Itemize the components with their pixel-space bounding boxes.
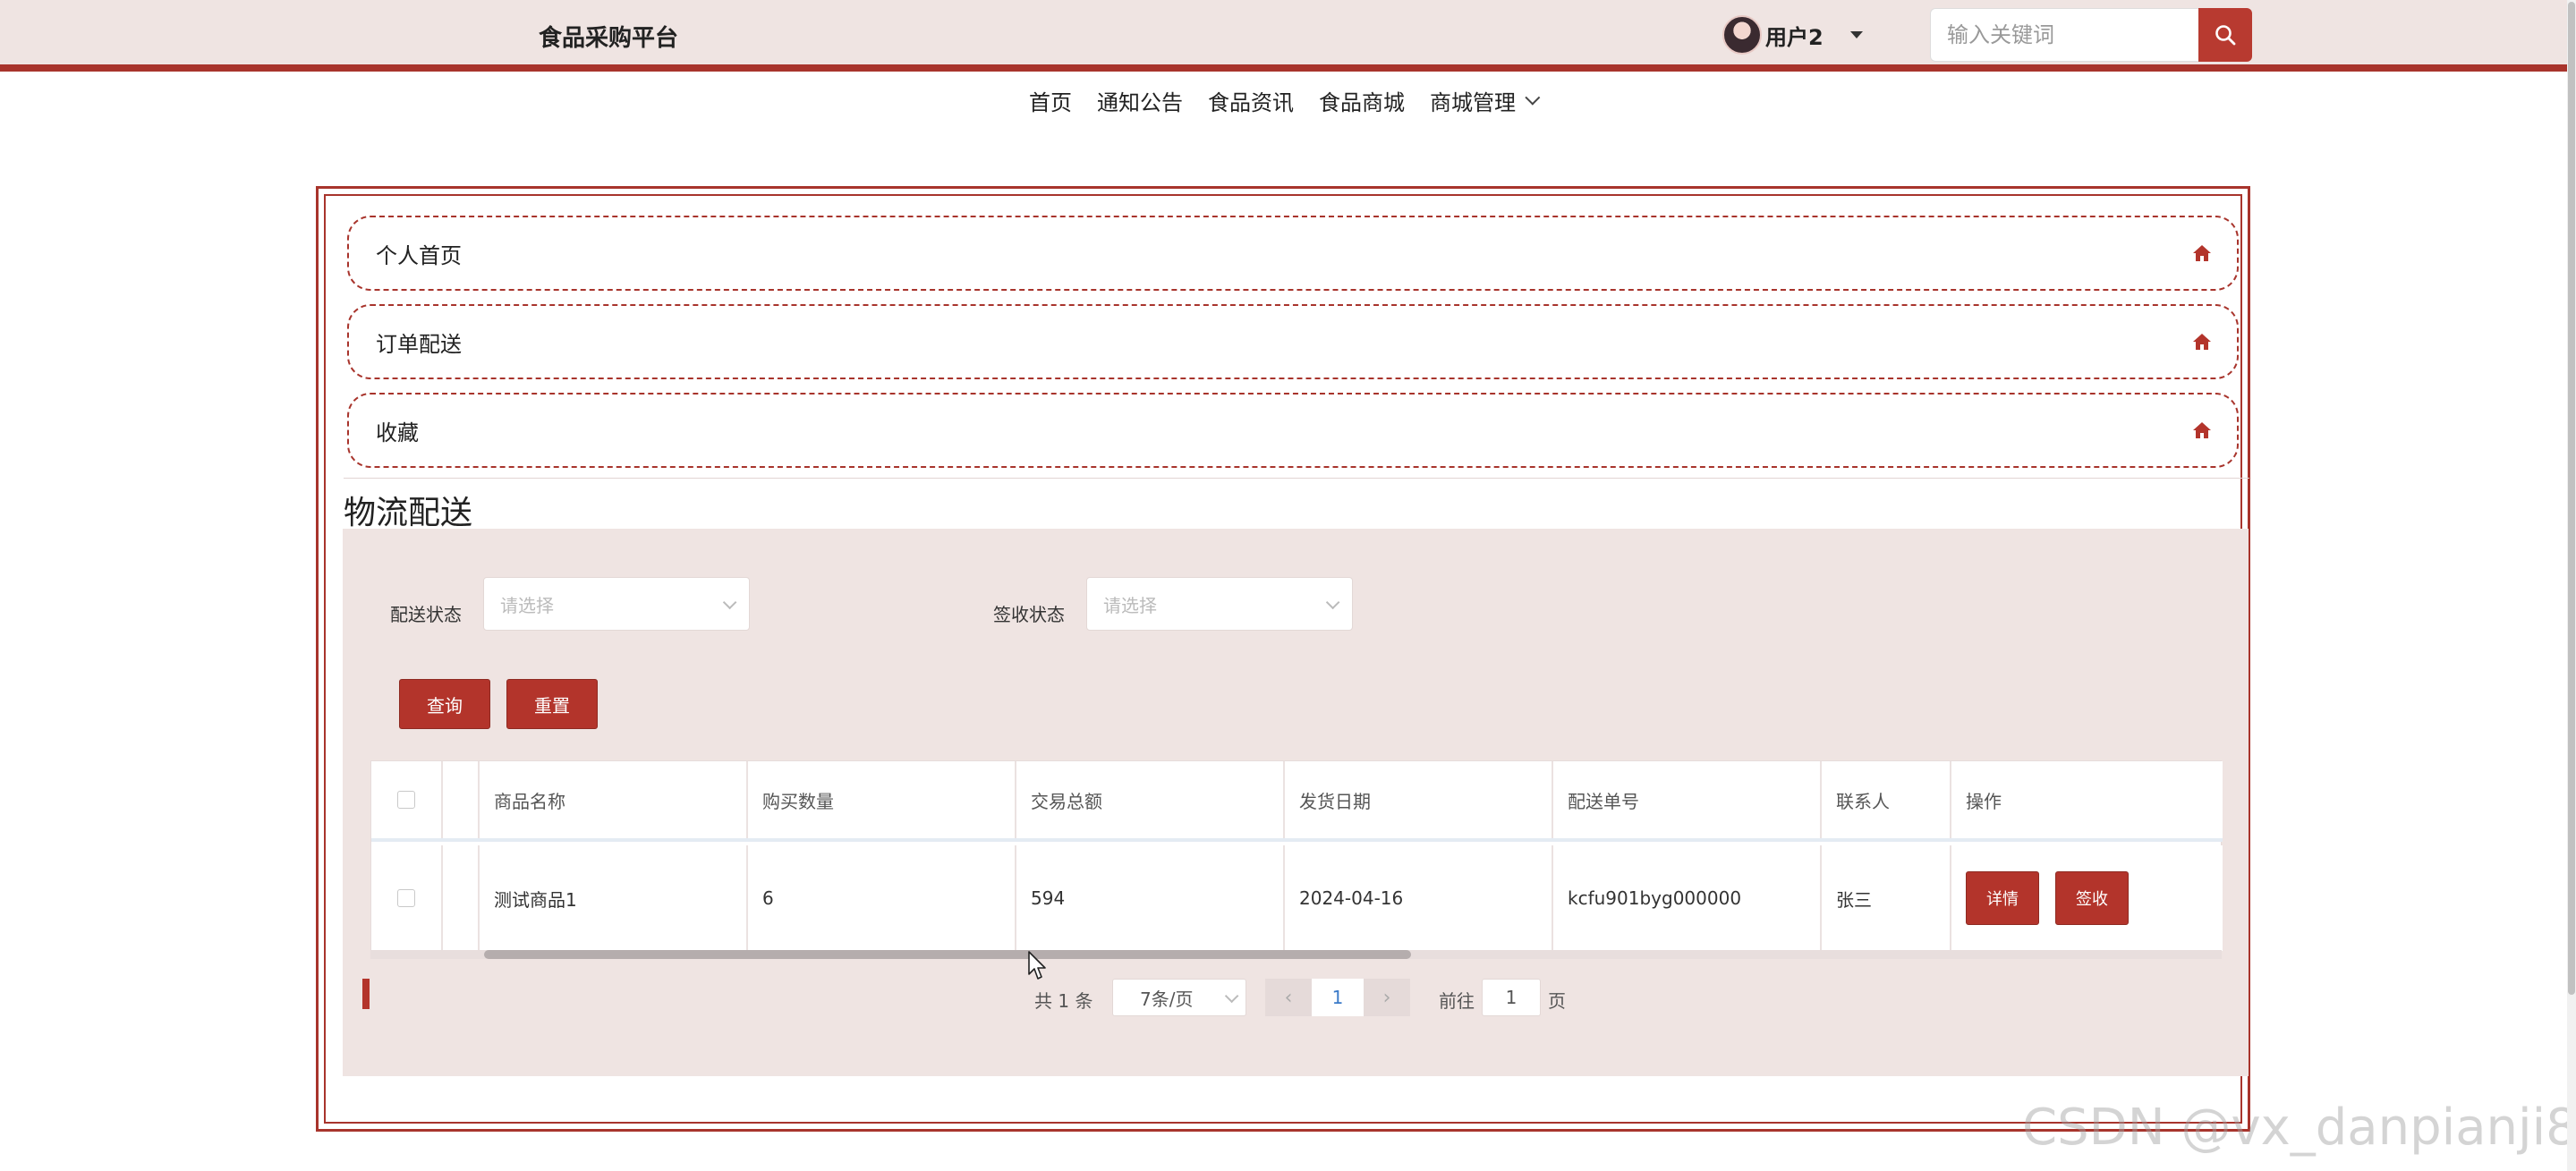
chevron-down-icon <box>722 595 737 609</box>
next-page-button[interactable]: › <box>1364 979 1410 1016</box>
search-input[interactable] <box>1930 8 2200 62</box>
delivery-status-label: 配送状态 <box>390 604 462 625</box>
column-header-contact[interactable]: 联系人 <box>1822 761 1951 838</box>
sidebar-item-profile[interactable]: 个人首页 <box>347 216 2239 291</box>
cell-tracking-no: kcfu901byg000000 <box>1553 845 1822 951</box>
delivery-status-select[interactable]: 请选择 <box>483 577 750 631</box>
column-header-ship-date[interactable]: 发货日期 <box>1285 761 1553 838</box>
user-menu[interactable]: 用户2 <box>1722 15 1863 55</box>
pager-accent-mark <box>362 979 370 1009</box>
select-all-cell <box>371 761 443 838</box>
goto-label: 前往 <box>1439 990 1475 1012</box>
table-header: 商品名称 购买数量 交易总额 发货日期 配送单号 联系人 操作 <box>371 761 2223 842</box>
nav-item-mall[interactable]: 食品商城 <box>1319 85 1405 116</box>
signing-status-label: 签收状态 <box>993 604 1065 625</box>
mouse-pointer-icon <box>1028 951 1046 980</box>
home-icon <box>2193 422 2211 438</box>
sidebar-item-order-delivery[interactable]: 订单配送 <box>347 304 2239 379</box>
cell-total: 594 <box>1016 845 1285 951</box>
section-divider <box>344 478 2249 479</box>
column-header-tracking[interactable]: 配送单号 <box>1553 761 1822 838</box>
page-title: 物流配送 <box>344 495 473 531</box>
cell-product: 测试商品1 <box>480 845 748 951</box>
nav-item-news[interactable]: 食品资讯 <box>1208 85 1294 116</box>
reset-button[interactable]: 重置 <box>506 679 598 729</box>
cell-contact: 张三 <box>1822 845 1951 951</box>
delivery-table: 商品名称 购买数量 交易总额 发货日期 配送单号 联系人 操作 测试商品1 6 … <box>370 760 2223 951</box>
watermark: CSDN @vx_danpianji889 <box>2022 1099 2576 1157</box>
nav-item-notices[interactable]: 通知公告 <box>1097 85 1183 116</box>
chevron-down-icon <box>1224 989 1239 1003</box>
caret-down-icon[interactable] <box>1849 31 1863 38</box>
sidebar-item-label: 订单配送 <box>376 331 462 357</box>
row-select-cell <box>371 845 443 951</box>
column-header-product[interactable]: 商品名称 <box>480 761 748 838</box>
page-number-current[interactable]: 1 <box>1312 979 1364 1016</box>
page-scrollbar[interactable] <box>2567 0 2576 1171</box>
prev-page-button[interactable]: ‹ <box>1265 979 1312 1016</box>
main-nav: 首页 通知公告 食品资讯 食品商城 商城管理 <box>1029 82 1560 118</box>
cell-quantity: 6 <box>748 845 1016 951</box>
cell-ship-date: 2024-04-16 <box>1285 845 1553 951</box>
pagination-total: 共 1 条 <box>1034 990 1093 1012</box>
home-icon <box>2193 245 2211 261</box>
nav-item-mall-management[interactable]: 商城管理 <box>1430 85 1541 116</box>
chevron-left-icon: ‹ <box>1284 986 1293 1009</box>
sign-button[interactable]: 签收 <box>2055 871 2129 925</box>
nav-item-mall-management-label: 商城管理 <box>1430 89 1516 115</box>
column-header-quantity[interactable]: 购买数量 <box>748 761 1016 838</box>
detail-button[interactable]: 详情 <box>1966 871 2039 925</box>
site-brand[interactable]: 食品采购平台 <box>539 20 678 53</box>
page-size-select[interactable]: 7条/页 <box>1112 979 1246 1016</box>
page-size-value: 7条/页 <box>1140 988 1194 1010</box>
nav-item-home[interactable]: 首页 <box>1029 85 1072 116</box>
column-header-actions: 操作 <box>1966 790 2002 812</box>
column-header-total[interactable]: 交易总额 <box>1016 761 1285 838</box>
top-header: 食品采购平台 用户2 <box>0 0 2576 72</box>
chevron-down-icon <box>1525 89 1541 106</box>
chevron-down-icon <box>1325 595 1340 609</box>
delivery-status-placeholder: 请选择 <box>500 594 554 616</box>
search-button[interactable] <box>2198 8 2252 62</box>
table-horizontal-scrollbar[interactable] <box>370 950 2222 959</box>
goto-page-input[interactable] <box>1482 979 1541 1016</box>
select-all-checkbox[interactable] <box>397 791 415 809</box>
home-icon <box>2193 334 2211 350</box>
user-avatar[interactable] <box>1722 15 1762 55</box>
table-scrollbar-thumb[interactable] <box>484 950 1411 959</box>
signing-status-placeholder: 请选择 <box>1103 594 1157 616</box>
table-row: 测试商品1 6 594 2024-04-16 kcfu901byg000000 … <box>371 845 2223 951</box>
page-suffix-label: 页 <box>1548 990 1566 1012</box>
search-icon <box>2215 25 2236 46</box>
query-button[interactable]: 查询 <box>399 679 490 729</box>
signing-status-select[interactable]: 请选择 <box>1086 577 1353 631</box>
sidebar-item-label: 个人首页 <box>376 242 462 268</box>
page-scrollbar-thumb[interactable] <box>2568 2 2575 995</box>
cell-actions: 详情 签收 <box>1951 845 2223 951</box>
spacer-column <box>443 845 480 951</box>
spacer-column <box>443 761 480 838</box>
chevron-right-icon: › <box>1382 986 1391 1009</box>
row-checkbox[interactable] <box>397 889 415 907</box>
user-name[interactable]: 用户2 <box>1765 20 1824 51</box>
sidebar-item-label: 收藏 <box>376 420 419 445</box>
sidebar-item-favorites[interactable]: 收藏 <box>347 393 2239 468</box>
